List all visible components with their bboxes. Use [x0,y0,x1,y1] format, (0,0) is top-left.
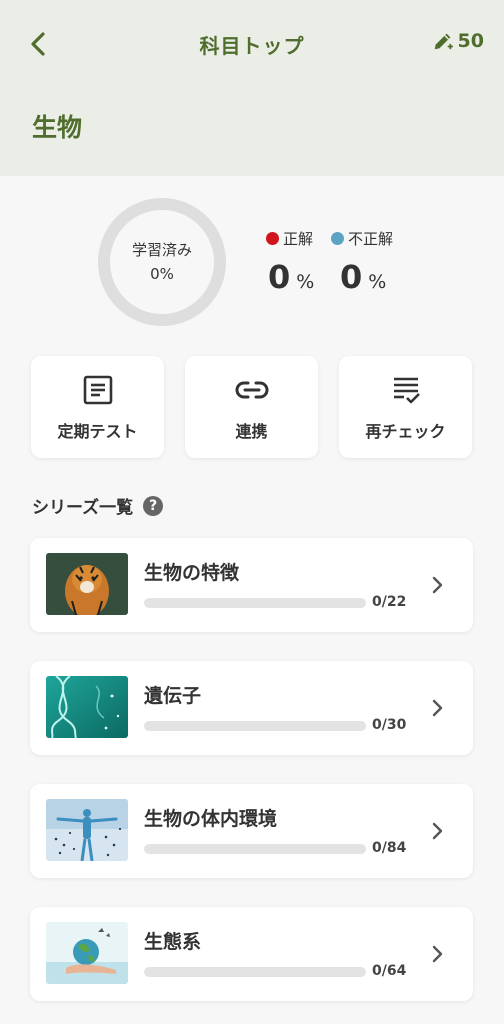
help-icon[interactable]: ? [143,495,164,516]
link-icon [234,372,270,408]
legend-incorrect: 不正解 [331,228,393,249]
series-item-genes[interactable]: 遺伝子 0/30 [30,661,473,755]
points-button[interactable]: 50 [432,30,484,52]
periodic-test-button[interactable]: 定期テスト [31,356,164,458]
series-heading-label: シリーズ一覧 [32,498,134,518]
incorrect-label: 不正解 [348,230,394,248]
correct-unit: % [296,271,315,293]
series-progress-bar [144,721,366,731]
series-heading: シリーズ一覧 ? [32,493,164,518]
legend-correct: 正解 [266,228,313,249]
studied-progress-ring: 学習済み 0% [96,196,228,328]
series-item-ecosystem[interactable]: 生態系 0/64 [30,907,473,1001]
incorrect-percentage: 0 % [340,258,386,296]
series-name: 生物の特徴 [144,562,240,584]
dna-image [46,676,128,738]
series-count: 0/64 [372,963,407,979]
incorrect-value: 0 [340,258,363,296]
series-item-characteristics[interactable]: 生物の特徴 0/22 [30,538,473,632]
series-count: 0/30 [372,717,407,733]
series-progress-bar [144,967,366,977]
chevron-right-icon [432,576,443,594]
series-count: 0/22 [372,594,407,610]
periodic-test-label: 定期テスト [57,422,138,441]
series-count: 0/84 [372,840,407,856]
incorrect-dot-icon [331,232,345,245]
main-content: 学習済み 0% 正解 不正解 0 % 0 % 定期テスト 連携 再チェック シリ… [0,176,504,1024]
chevron-right-icon [432,822,443,840]
chevron-right-icon [432,945,443,963]
series-progress-bar [144,844,366,854]
subject-title: 生物 [32,113,83,142]
correct-label: 正解 [283,230,314,248]
series-name: 生態系 [144,931,202,953]
tiger-image [46,553,128,615]
studied-value: 0% [150,265,174,283]
recheck-label: 再チェック [365,422,446,441]
correct-percentage: 0 % [268,258,314,296]
chevron-right-icon [432,699,443,717]
link-label: 連携 [235,422,268,441]
correct-dot-icon [266,232,279,245]
document-icon [80,372,116,408]
pencil-icon [434,33,453,50]
recheck-button[interactable]: 再チェック [339,356,472,458]
series-item-internal-environment[interactable]: 生物の体内環境 0/84 [30,784,473,878]
link-button[interactable]: 連携 [185,356,318,458]
series-name: 生物の体内環境 [144,808,278,830]
human-body-image [46,799,128,861]
incorrect-unit: % [368,271,387,293]
app-header: 科目トップ 50 生物 [0,0,504,176]
series-progress-bar [144,598,366,608]
series-name: 遺伝子 [144,685,202,707]
checklist-icon [388,372,424,408]
correct-value: 0 [268,258,291,296]
earth-in-hand-image [46,922,128,984]
page-title: 科目トップ [199,34,305,58]
points-value: 50 [457,30,484,52]
studied-label: 学習済み [131,241,192,259]
result-legend: 正解 不正解 [266,228,393,249]
